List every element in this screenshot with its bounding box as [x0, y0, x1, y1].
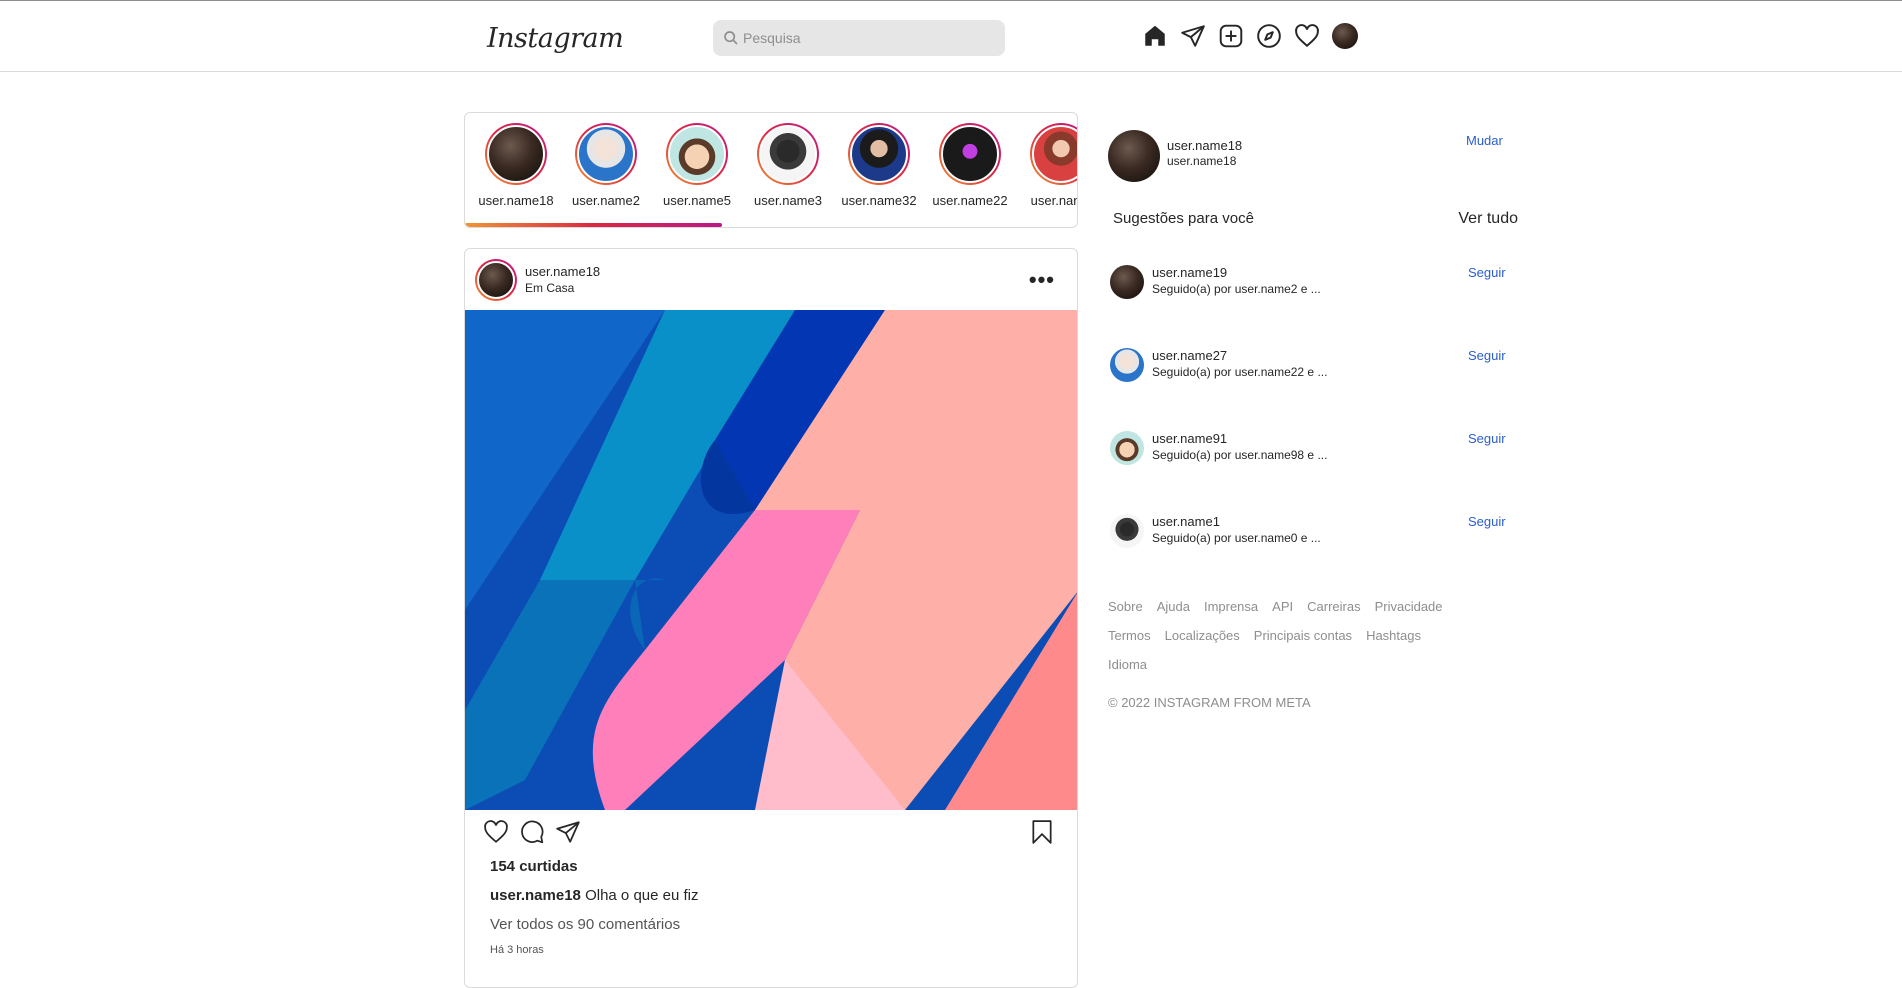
follow-button[interactable]: Seguir	[1468, 514, 1506, 529]
story-item[interactable]: user.name2	[565, 123, 647, 208]
story-username: user.name5	[663, 193, 731, 208]
story-avatar	[759, 125, 817, 183]
home-icon[interactable]	[1142, 23, 1168, 49]
footer-link-privacidade[interactable]: Privacidade	[1375, 599, 1443, 614]
follow-button[interactable]: Seguir	[1468, 431, 1506, 446]
top-navigation-bar: Instagram	[0, 0, 1902, 72]
suggestions-title: Sugestões para você	[1113, 210, 1254, 227]
post-image[interactable]	[465, 310, 1077, 810]
story-username: user.name2	[572, 193, 640, 208]
story-item[interactable]: user.name	[1020, 123, 1077, 208]
story-item[interactable]: user.name5	[656, 123, 738, 208]
suggestion-avatar[interactable]	[1110, 431, 1144, 465]
share-icon[interactable]	[555, 819, 581, 845]
direct-icon[interactable]	[1180, 23, 1206, 49]
feed-post: user.name18 Em Casa ••• 154 curtidas use…	[464, 248, 1078, 988]
post-author-username[interactable]: user.name18	[525, 264, 600, 279]
search-box[interactable]	[713, 20, 1005, 56]
footer-link-carreiras[interactable]: Carreiras	[1307, 599, 1360, 614]
suggestion-username[interactable]: user.name91	[1152, 431, 1227, 446]
bookmark-icon[interactable]	[1029, 819, 1055, 845]
suggestion-username[interactable]: user.name1	[1152, 514, 1220, 529]
suggestion-item: user.name19 Seguido(a) por user.name2 e …	[1108, 265, 1522, 305]
suggestions-header: Sugestões para você Ver tudo	[1113, 210, 1518, 227]
footer-link-ajuda[interactable]: Ajuda	[1157, 599, 1190, 614]
current-user: user.name18 user.name18 Mudar	[1108, 130, 1522, 186]
post-actions	[483, 819, 581, 845]
story-item[interactable]: user.name32	[838, 123, 920, 208]
story-item[interactable]: user.name22	[929, 123, 1011, 208]
footer-link-imprensa[interactable]: Imprensa	[1204, 599, 1258, 614]
story-username: user.name18	[478, 193, 554, 208]
story-username: user.name32	[841, 193, 917, 208]
likes-count[interactable]: 154 curtidas	[490, 858, 578, 875]
footer-links: Sobre Ajuda Imprensa API Carreiras Privacidad…	[1108, 592, 1528, 679]
post-timestamp: Há 3 horas	[490, 944, 544, 956]
suggestion-followed-by: Seguido(a) por user.name98 e ...	[1152, 448, 1328, 462]
stories-tray: user.name18 user.name2 user.name5 user.n…	[464, 112, 1078, 228]
caption-text: Olha o que eu fiz	[585, 887, 699, 904]
suggestion-item: user.name91 Seguido(a) por user.name98 e…	[1108, 431, 1522, 471]
right-sidebar: user.name18 user.name18 Mudar Sugestões …	[1108, 130, 1522, 710]
suggestion-followed-by: Seguido(a) por user.name0 e ...	[1152, 531, 1321, 545]
current-user-avatar[interactable]	[1108, 130, 1160, 182]
footer-link-principais-contas[interactable]: Principais contas	[1254, 628, 1352, 643]
story-avatar	[1032, 125, 1077, 183]
story-avatar	[941, 125, 999, 183]
stories-scroll-indicator	[465, 223, 722, 227]
suggestion-avatar[interactable]	[1110, 265, 1144, 299]
explore-icon[interactable]	[1256, 23, 1282, 49]
follow-button[interactable]: Seguir	[1468, 265, 1506, 280]
more-options-icon[interactable]: •••	[1029, 267, 1055, 293]
activity-icon[interactable]	[1294, 23, 1320, 49]
switch-account-button[interactable]: Mudar	[1466, 133, 1503, 148]
story-item[interactable]: user.name18	[475, 123, 557, 208]
new-post-icon[interactable]	[1218, 23, 1244, 49]
footer-link-hashtags[interactable]: Hashtags	[1366, 628, 1421, 643]
suggestion-avatar[interactable]	[1110, 514, 1144, 548]
post-location[interactable]: Em Casa	[525, 281, 574, 295]
suggestion-followed-by: Seguido(a) por user.name2 e ...	[1152, 282, 1321, 296]
see-all-button[interactable]: Ver tudo	[1458, 210, 1518, 228]
current-user-fullname: user.name18	[1167, 154, 1237, 168]
instagram-logo[interactable]: Instagram	[487, 23, 624, 54]
profile-avatar[interactable]	[1332, 23, 1358, 49]
footer-link-sobre[interactable]: Sobre	[1108, 599, 1143, 614]
footer-link-api[interactable]: API	[1272, 599, 1293, 614]
story-item[interactable]: user.name3	[747, 123, 829, 208]
comment-icon[interactable]	[519, 819, 545, 845]
search-icon	[724, 31, 738, 45]
suggestion-avatar[interactable]	[1110, 348, 1144, 382]
post-author-avatar[interactable]	[475, 259, 517, 301]
suggestion-item: user.name1 Seguido(a) por user.name0 e .…	[1108, 514, 1522, 554]
search-input[interactable]	[743, 30, 983, 46]
suggestion-username[interactable]: user.name19	[1152, 265, 1227, 280]
follow-button[interactable]: Seguir	[1468, 348, 1506, 363]
caption-username[interactable]: user.name18	[490, 887, 581, 904]
copyright: © 2022 INSTAGRAM FROM META	[1108, 695, 1311, 710]
like-icon[interactable]	[483, 819, 509, 845]
story-username: user.name	[1030, 193, 1077, 208]
suggestion-username[interactable]: user.name27	[1152, 348, 1227, 363]
footer-link-termos[interactable]: Termos	[1108, 628, 1151, 643]
story-avatar	[668, 125, 726, 183]
story-username: user.name3	[754, 193, 822, 208]
story-avatar	[487, 125, 545, 183]
post-caption: user.name18 Olha o que eu fiz	[490, 887, 699, 904]
story-avatar	[850, 125, 908, 183]
footer-link-localizacoes[interactable]: Localizações	[1165, 628, 1240, 643]
view-comments-link[interactable]: Ver todos os 90 comentários	[490, 916, 680, 933]
current-user-username[interactable]: user.name18	[1167, 138, 1242, 153]
suggestion-item: user.name27 Seguido(a) por user.name22 e…	[1108, 348, 1522, 388]
footer-link-idioma[interactable]: Idioma	[1108, 657, 1147, 672]
story-avatar	[577, 125, 635, 183]
suggestion-followed-by: Seguido(a) por user.name22 e ...	[1152, 365, 1328, 379]
post-header: user.name18 Em Casa •••	[465, 249, 1077, 309]
story-username: user.name22	[932, 193, 1008, 208]
nav-icons	[1142, 23, 1358, 49]
